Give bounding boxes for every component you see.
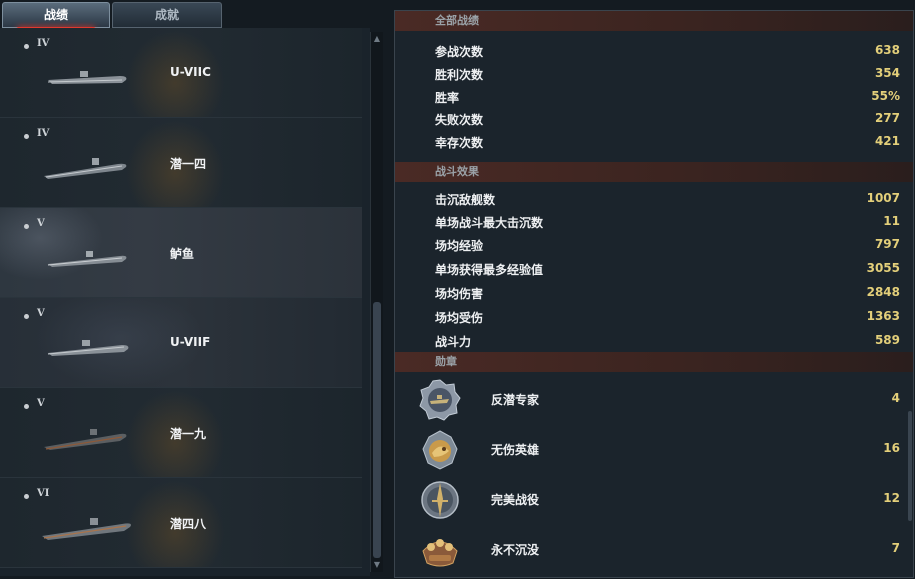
ship-name: 潜四八 bbox=[170, 517, 207, 531]
ship-name: 鲈鱼 bbox=[170, 247, 195, 261]
submarine-icon bbox=[47, 251, 127, 267]
ship-tier: IV bbox=[37, 128, 50, 139]
scroll-down-arrow-icon[interactable]: ▼ bbox=[372, 560, 382, 570]
stat-label: 失败次数 bbox=[435, 113, 484, 127]
stat-value: 1007 bbox=[866, 191, 900, 205]
medal-count: 12 bbox=[883, 491, 900, 505]
ship-list-item[interactable]: VI 潜四八 bbox=[0, 478, 362, 568]
stats-panel-scrollbar[interactable] bbox=[908, 411, 912, 521]
tab-battle-record-label: 战绩 bbox=[43, 8, 68, 22]
tab-bar: 战绩 成就 bbox=[0, 0, 380, 30]
tab-achievements[interactable]: 成就 bbox=[112, 2, 222, 28]
stat-label: 单场获得最多经验值 bbox=[435, 263, 544, 277]
stat-row: 击沉敌舰数 1007 bbox=[395, 189, 913, 209]
ship-list-item[interactable]: IV 潜一四 bbox=[0, 118, 362, 208]
ship-list-scrollbar[interactable]: ▲ ▼ bbox=[370, 32, 383, 572]
tier-bullet-icon bbox=[24, 224, 29, 229]
ship-list-item[interactable]: V U-VIIF bbox=[0, 298, 362, 388]
submarine-icon bbox=[44, 158, 127, 179]
stat-label: 单场战斗最大击沉数 bbox=[435, 216, 544, 230]
stat-row: 单场战斗最大击沉数 11 bbox=[395, 212, 913, 232]
stat-label: 胜率 bbox=[435, 91, 460, 105]
tab-battle-record[interactable]: 战绩 bbox=[2, 2, 110, 30]
stat-row: 幸存次数 421 bbox=[395, 132, 913, 152]
stat-value: 638 bbox=[874, 43, 900, 57]
tier-bullet-icon bbox=[24, 44, 29, 49]
stat-value: 797 bbox=[874, 237, 900, 251]
stat-row: 失败次数 277 bbox=[395, 109, 913, 129]
stat-value: 277 bbox=[874, 111, 900, 125]
stat-value: 589 bbox=[874, 333, 900, 347]
ship-list-item-selected[interactable]: V 鲈鱼 bbox=[0, 208, 362, 298]
stat-row: 战斗力 589 bbox=[395, 331, 913, 351]
medal-name: 无伤英雄 bbox=[491, 443, 540, 457]
anti-sub-medal-icon bbox=[419, 379, 461, 421]
unsinkable-medal-icon bbox=[422, 539, 458, 567]
stats-panel: 全部战绩 参战次数 638 胜利次数 354 胜率 55% 失败次数 277 幸… bbox=[394, 10, 914, 578]
submarine-icon bbox=[44, 429, 127, 450]
ship-tier: V bbox=[37, 218, 45, 229]
ship-tier: IV bbox=[37, 38, 50, 49]
ship-list-item[interactable]: V 潜一九 bbox=[0, 388, 362, 478]
section-header-medals: 勋章 bbox=[395, 352, 913, 372]
ship-tier: V bbox=[37, 398, 45, 409]
stat-value: 2848 bbox=[866, 285, 900, 299]
section-header-combat: 战斗效果 bbox=[395, 162, 913, 182]
stat-label: 战斗力 bbox=[435, 335, 472, 349]
medal-count: 16 bbox=[883, 441, 900, 455]
stat-row: 胜率 55% bbox=[395, 87, 913, 107]
unscathed-hero-medal-icon bbox=[422, 430, 458, 470]
stat-row: 参战次数 638 bbox=[395, 41, 913, 61]
medal-name: 完美战役 bbox=[491, 493, 540, 507]
ship-tier: VI bbox=[37, 488, 50, 499]
stat-label: 场均受伤 bbox=[435, 311, 484, 325]
stat-value: 11 bbox=[883, 214, 900, 228]
stat-value: 3055 bbox=[866, 261, 900, 275]
stat-label: 击沉敌舰数 bbox=[435, 193, 496, 207]
stat-label: 场均伤害 bbox=[435, 287, 484, 301]
ship-name: U-VIIF bbox=[170, 335, 211, 349]
tier-bullet-icon bbox=[24, 314, 29, 319]
perfect-battle-medal-icon bbox=[421, 481, 459, 519]
scroll-thumb[interactable] bbox=[373, 302, 381, 558]
medal-row: 反潜专家 4 bbox=[395, 377, 913, 421]
submarine-icon bbox=[47, 340, 129, 356]
medal-name: 永不沉没 bbox=[491, 543, 540, 557]
ship-name: 潜一四 bbox=[170, 157, 207, 171]
medal-row: 无伤英雄 16 bbox=[395, 427, 913, 471]
submarine-icon bbox=[47, 71, 127, 84]
medal-row: 完美战役 12 bbox=[395, 477, 913, 521]
tier-bullet-icon bbox=[24, 494, 29, 499]
stat-row: 胜利次数 354 bbox=[395, 64, 913, 84]
stat-row: 场均受伤 1363 bbox=[395, 307, 913, 327]
stat-row: 场均经验 797 bbox=[395, 235, 913, 255]
medal-count: 7 bbox=[891, 541, 900, 555]
scroll-up-arrow-icon[interactable]: ▲ bbox=[372, 34, 382, 44]
ship-tier: V bbox=[37, 308, 45, 319]
stat-label: 场均经验 bbox=[435, 239, 484, 253]
ship-list-item[interactable]: IV U-VIIC bbox=[0, 28, 362, 118]
stat-row: 场均伤害 2848 bbox=[395, 283, 913, 303]
stat-value: 1363 bbox=[866, 309, 900, 323]
medal-row: 永不沉没 7 bbox=[395, 527, 913, 571]
stat-label: 参战次数 bbox=[435, 45, 484, 59]
section-header-overall: 全部战绩 bbox=[395, 11, 913, 31]
stat-value: 354 bbox=[874, 66, 900, 80]
stat-value: 421 bbox=[874, 134, 900, 148]
medal-count: 4 bbox=[891, 391, 900, 405]
medal-name: 反潜专家 bbox=[491, 393, 540, 407]
tier-bullet-icon bbox=[24, 134, 29, 139]
submarine-icon bbox=[42, 518, 131, 540]
stat-row: 单场获得最多经验值 3055 bbox=[395, 259, 913, 279]
tab-achievements-label: 成就 bbox=[154, 8, 179, 22]
ship-name: U-VIIC bbox=[170, 65, 211, 79]
ship-list: IV U-VIIC IV 潜一四 V 鲈鱼 V U-VIIF V 潜一九 VI … bbox=[0, 28, 370, 576]
stat-label: 胜利次数 bbox=[435, 68, 484, 82]
stat-label: 幸存次数 bbox=[435, 136, 484, 150]
stat-value: 55% bbox=[871, 89, 900, 103]
ship-name: 潜一九 bbox=[170, 427, 207, 441]
tier-bullet-icon bbox=[24, 404, 29, 409]
